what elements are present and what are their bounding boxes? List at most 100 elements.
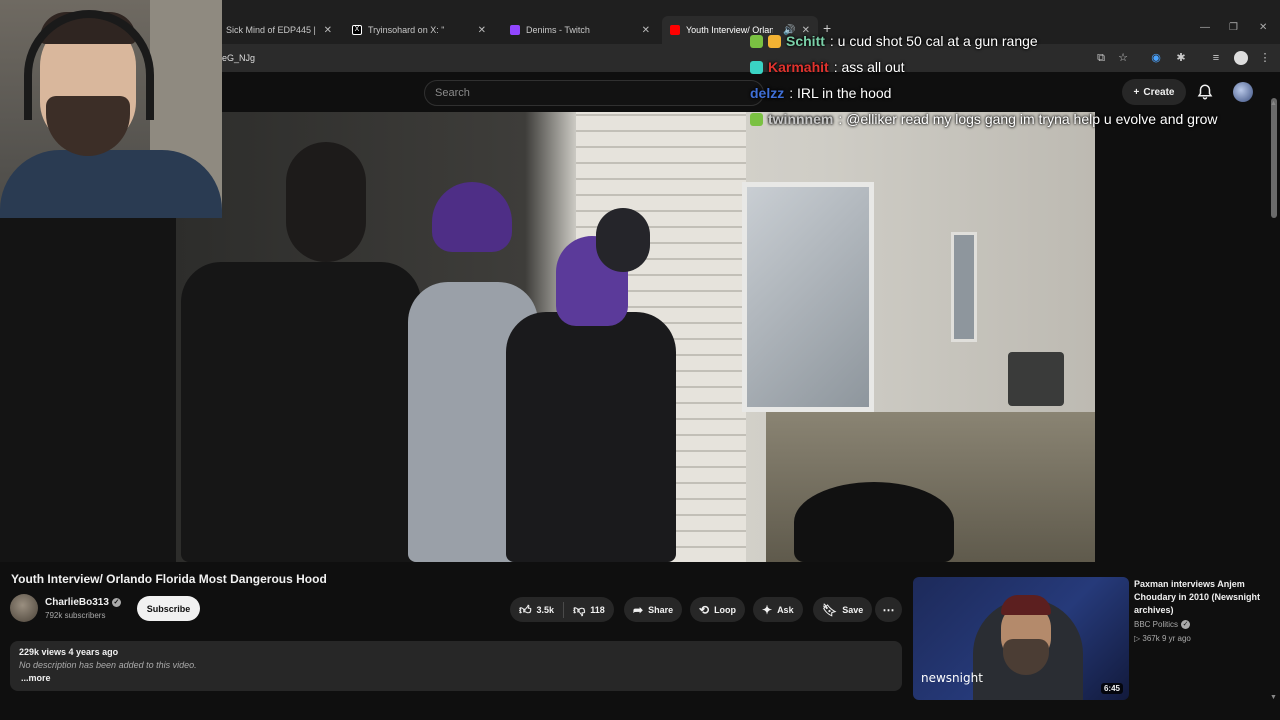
video-duration-badge: 6:45 <box>1100 683 1123 694</box>
thumbnail-person-cap <box>1001 595 1051 615</box>
recommended-video-meta: ▷ 367k 9 yr ago <box>1134 634 1191 643</box>
screen: Sick Mind of EDP445 | Offic ✕ X Tryinsoh… <box>0 0 1280 720</box>
restore-icon[interactable]: ❐ <box>1229 22 1238 33</box>
sparkle-icon: ✦ <box>762 602 773 617</box>
scroll-up-arrow-icon[interactable]: ▲ <box>1270 100 1277 107</box>
chat-badge-icon <box>750 34 763 48</box>
menu-kebab-icon[interactable]: ⋮ <box>1258 51 1272 65</box>
close-icon[interactable]: ✕ <box>478 25 486 36</box>
video-scene-ac-unit <box>1008 352 1064 406</box>
chat-message: Schitt : u cud shot 50 cal at a gun rang… <box>750 33 1038 49</box>
tab-label: Denims - Twitch <box>526 25 590 35</box>
account-avatar[interactable] <box>1233 82 1253 102</box>
video-person-center <box>506 312 676 562</box>
search-placeholder: Search <box>435 87 470 99</box>
close-icon[interactable]: ✕ <box>324 25 332 36</box>
thumbs-up-icon: 👍︎ <box>519 602 532 617</box>
search-input[interactable]: Search <box>424 80 764 106</box>
bookmark-icon: 🔖︎ <box>822 602 838 617</box>
show-more-link[interactable]: ...more <box>21 673 51 683</box>
loop-label: Loop <box>714 604 737 615</box>
verified-check-icon: ✓ <box>1181 620 1191 629</box>
recommended-video-title[interactable]: Paxman interviews Anjem Choudary in 2010… <box>1134 578 1270 617</box>
channel-name-row[interactable]: CharlieBo313 ✓ <box>45 597 121 608</box>
video-person-left-head <box>286 142 366 262</box>
share-label: Share <box>648 604 674 615</box>
create-button[interactable]: + Create <box>1122 79 1186 105</box>
save-button[interactable]: 🔖︎ Save <box>813 597 873 622</box>
plus-icon: + <box>1133 86 1140 98</box>
thumbs-down-icon: 👎︎ <box>573 602 586 617</box>
diamond-badge-icon <box>750 60 763 74</box>
description-box[interactable]: 229k views 4 years ago No description ha… <box>10 641 902 691</box>
channel-avatar[interactable] <box>10 594 38 622</box>
tab-edp445[interactable]: Sick Mind of EDP445 | Offic ✕ <box>218 16 340 44</box>
page-scrollbar-thumb[interactable] <box>1271 98 1277 218</box>
create-label: Create <box>1143 86 1175 98</box>
chat-text: : IRL in the hood <box>789 85 892 101</box>
twitch-icon <box>510 25 520 35</box>
left-empty-pane <box>0 218 176 562</box>
chat-badge-icon <box>750 112 763 126</box>
profile-icon[interactable] <box>1234 51 1248 65</box>
loop-icon: ⟲ <box>699 602 710 617</box>
view-count-and-date: 229k views 4 years ago <box>19 647 119 657</box>
tab-x[interactable]: X Tryinsohard on X: " ✕ <box>344 16 494 44</box>
ask-button[interactable]: ✦ Ask <box>753 597 803 622</box>
tab-label: Sick Mind of EDP445 | Offic <box>226 25 318 35</box>
puzzle-extensions-icon[interactable]: ✱ <box>1174 51 1188 65</box>
window-close-icon[interactable]: ✕ <box>1259 22 1267 33</box>
recommended-channel-name[interactable]: BBC Politics <box>1134 620 1178 629</box>
chat-username: twinnnem <box>768 111 834 127</box>
url-text[interactable]: eG_NJg <box>222 53 255 63</box>
subscribe-button[interactable]: Subscribe <box>137 596 200 621</box>
notification-bell-icon[interactable] <box>1196 83 1214 101</box>
webcam-shirt <box>0 150 222 218</box>
video-title: Youth Interview/ Orlando Florida Most Da… <box>11 572 327 586</box>
video-scene-window <box>742 182 874 412</box>
video-scene-trash-bags <box>794 482 954 562</box>
description-text: No description has been added to this vi… <box>19 660 197 670</box>
chat-text: : ass all out <box>833 59 905 75</box>
video-person-left <box>181 262 421 562</box>
chat-username: Karmahit <box>768 59 829 75</box>
ask-label: Ask <box>777 604 794 615</box>
media-queue-icon[interactable]: ≡ <box>1209 51 1223 65</box>
chat-message: twinnnem : @elliker read my logs gang im… <box>750 111 1218 127</box>
save-label: Save <box>842 604 864 615</box>
youtube-icon <box>670 25 680 35</box>
video-player[interactable] <box>176 112 1095 562</box>
close-icon[interactable]: ✕ <box>642 25 650 36</box>
crown-badge-icon <box>768 34 781 48</box>
dislike-button[interactable]: 👎︎ 118 <box>564 597 614 622</box>
subscriber-count: 792k subscribers <box>45 611 106 620</box>
share-arrow-icon: ➦ <box>633 602 644 617</box>
recommended-video-thumbnail[interactable]: newsnight 6:45 <box>913 577 1129 700</box>
tab-label: Tryinsohard on X: " <box>368 25 445 35</box>
video-person-back <box>596 208 650 272</box>
like-button[interactable]: 👍︎ 3.5k <box>510 597 563 622</box>
more-horizontal-icon: ⋯ <box>882 602 895 617</box>
chat-username: delzz <box>750 85 785 101</box>
bookmark-star-icon[interactable]: ☆ <box>1116 51 1130 65</box>
scroll-down-arrow-icon[interactable]: ▼ <box>1270 694 1277 701</box>
like-count: 3.5k <box>536 604 555 615</box>
chat-message: Karmahit : ass all out <box>750 59 905 75</box>
streamer-webcam <box>0 0 222 218</box>
share-button[interactable]: ➦ Share <box>624 597 683 622</box>
chat-text: : @elliker read my logs gang im tryna he… <box>838 111 1218 127</box>
recommended-channel-row[interactable]: BBC Politics ✓ <box>1134 620 1191 629</box>
minimize-icon[interactable]: — <box>1200 22 1210 33</box>
channel-name[interactable]: CharlieBo313 <box>45 597 109 608</box>
chat-text: : u cud shot 50 cal at a gun range <box>829 33 1038 49</box>
extension-icon[interactable]: ◉ <box>1149 51 1163 65</box>
dislike-count: 118 <box>590 604 605 615</box>
like-dislike-group: 👍︎ 3.5k 👎︎ 118 <box>510 597 614 622</box>
install-app-icon[interactable]: ⧉ <box>1094 51 1108 65</box>
chat-username: Schitt <box>786 33 825 49</box>
more-actions-button[interactable]: ⋯ <box>875 597 902 622</box>
verified-check-icon: ✓ <box>111 598 121 607</box>
newsnight-logo: newsnight <box>921 671 983 685</box>
tab-twitch[interactable]: Denims - Twitch ✕ <box>502 16 658 44</box>
loop-button[interactable]: ⟲ Loop <box>690 597 746 622</box>
